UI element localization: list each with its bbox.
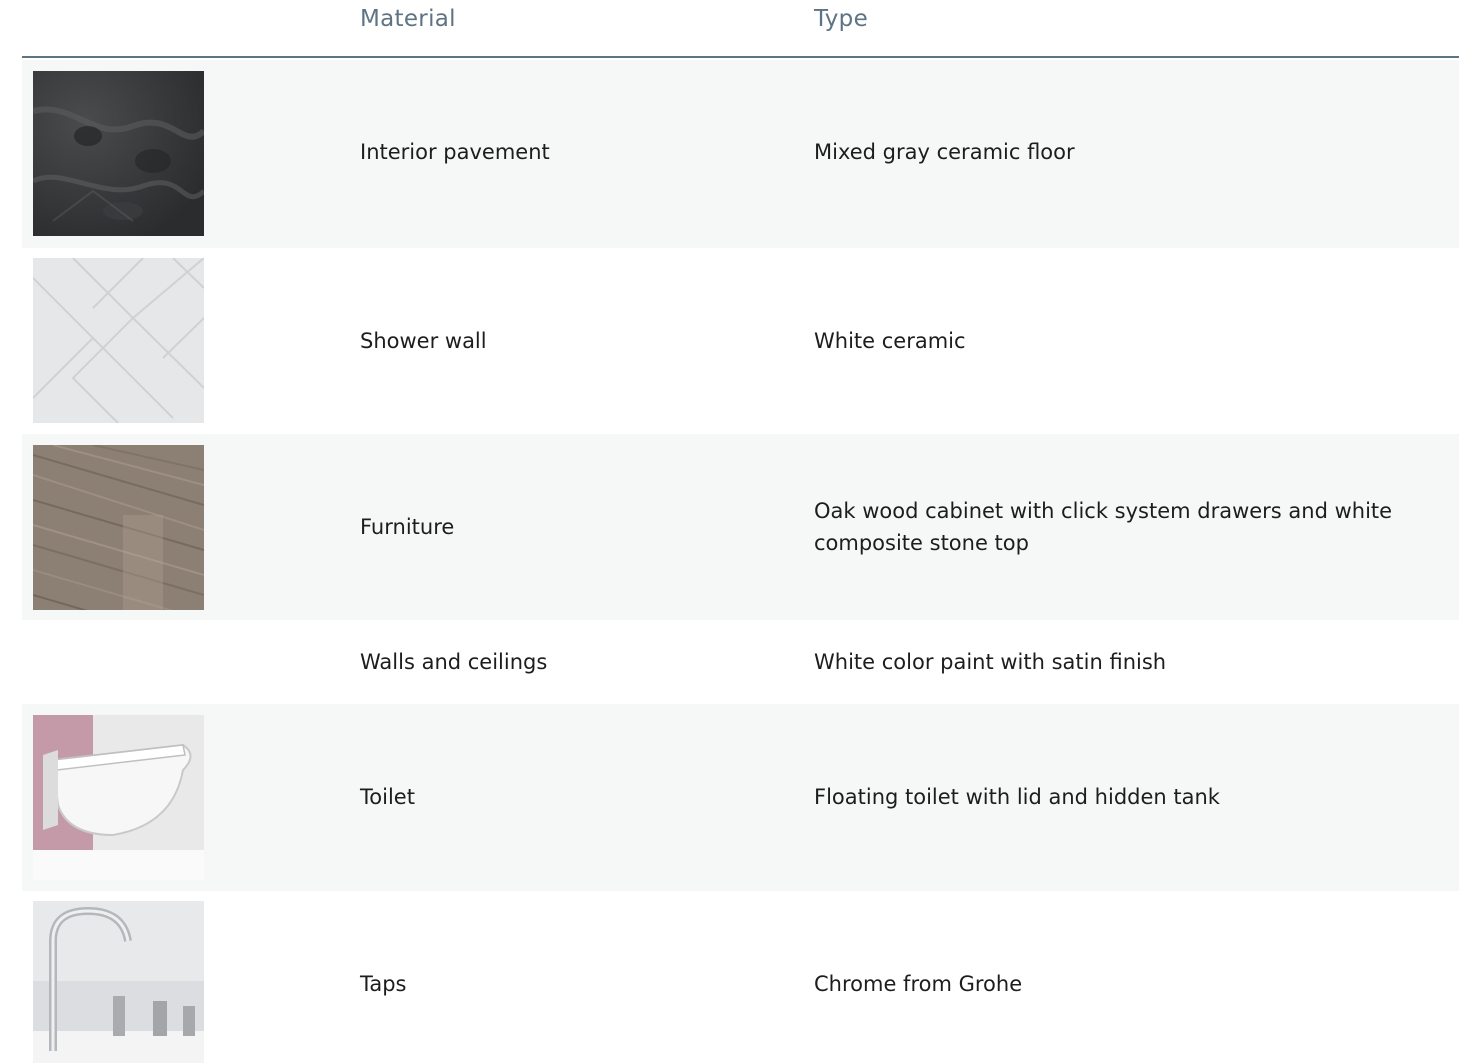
material-name: Walls and ceilings — [360, 650, 548, 674]
material-thumbnail — [33, 445, 204, 610]
table-row: Taps Chrome from Grohe — [22, 891, 1459, 1063]
type-column-header: Type — [814, 6, 869, 32]
material-type: Oak wood cabinet with click system drawe… — [814, 499, 1393, 555]
oak-wood-swatch-image — [33, 445, 204, 610]
chrome-tap-photo-image — [33, 901, 204, 1063]
material-type: Chrome from Grohe — [814, 972, 1023, 996]
material-name: Toilet — [360, 785, 415, 809]
table-row: Interior pavement Mixed gray ceramic flo… — [22, 60, 1459, 248]
table-row: Shower wall White ceramic — [22, 248, 1459, 434]
white-tile-swatch-image — [33, 258, 204, 423]
material-type: Mixed gray ceramic floor — [814, 140, 1075, 164]
material-name: Taps — [360, 972, 407, 996]
material-column-header: Material — [360, 6, 456, 32]
materials-table: Material Type Interior pavement Mixed gr… — [22, 0, 1459, 1063]
marble-swatch-image — [33, 71, 204, 236]
material-name: Shower wall — [360, 329, 487, 353]
material-name: Interior pavement — [360, 140, 550, 164]
material-thumbnail — [33, 71, 204, 236]
material-type: White color paint with satin finish — [814, 650, 1167, 674]
material-name: Furniture — [360, 515, 455, 539]
material-thumbnail — [33, 901, 204, 1063]
table-row: Toilet Floating toilet with lid and hidd… — [22, 704, 1459, 891]
material-type: White ceramic — [814, 329, 966, 353]
material-thumbnail — [33, 715, 204, 880]
material-thumbnail — [33, 258, 204, 423]
material-type: Floating toilet with lid and hidden tank — [814, 785, 1220, 809]
table-header: Material Type — [22, 0, 1459, 58]
toilet-photo-image — [33, 715, 204, 880]
table-row: Furniture Oak wood cabinet with click sy… — [22, 434, 1459, 620]
table-row: Walls and ceilings White color paint wit… — [22, 620, 1459, 704]
